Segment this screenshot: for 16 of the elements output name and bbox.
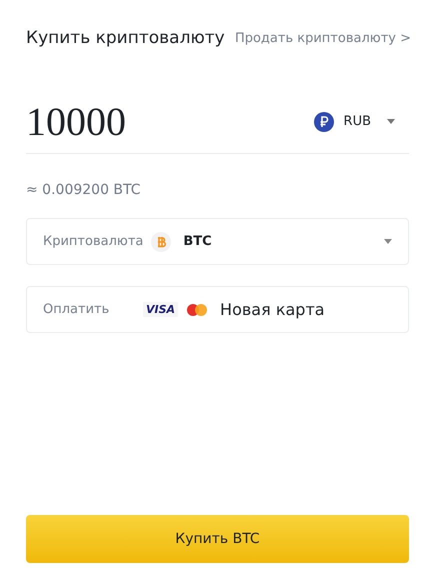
crypto-dropdown[interactable]: Криптовалюта BTC	[26, 218, 409, 265]
caret-icon	[387, 119, 395, 124]
estimate-text: ≈ 0.009200 BTC	[26, 182, 142, 198]
buy-button[interactable]: Купить BTC	[26, 515, 409, 563]
bitcoin-icon	[151, 232, 172, 252]
payment-field[interactable]: Оплатить VISA Новая карта	[26, 286, 409, 333]
payment-method: Новая карта	[220, 300, 325, 319]
sell-crypto-link[interactable]: Продать криптовалюту >	[234, 30, 411, 46]
currency-dropdown[interactable]: RUB	[314, 112, 409, 132]
payment-label: Оплатить	[43, 302, 110, 317]
amount-input[interactable]: 10000	[26, 98, 226, 145]
ruble-icon	[314, 112, 334, 132]
visa-logo: VISA	[143, 302, 178, 317]
page-title: Купить криптовалюту	[26, 28, 225, 48]
caret-icon	[384, 239, 392, 244]
mastercard-icon	[186, 302, 208, 316]
